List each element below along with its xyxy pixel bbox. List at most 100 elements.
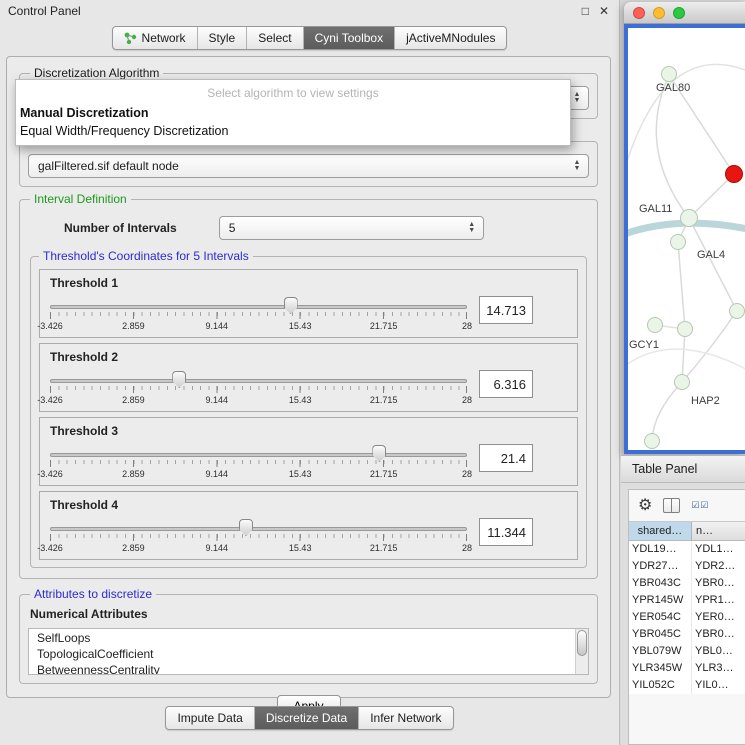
scale-tick-label: 9.144 xyxy=(206,469,229,479)
cell[interactable]: YBR043C xyxy=(629,575,692,592)
tab-select[interactable]: Select xyxy=(246,27,302,49)
cell[interactable]: YLR345W xyxy=(629,660,692,677)
network-window-titlebar[interactable] xyxy=(624,2,745,24)
cell[interactable]: YIL0… xyxy=(692,677,745,694)
cell[interactable]: YLR3… xyxy=(692,660,745,677)
scale-tick-label: 9.144 xyxy=(206,543,229,553)
table-row[interactable]: YBR045CYBR0… xyxy=(629,626,745,643)
tab-impute-data[interactable]: Impute Data xyxy=(166,707,253,729)
cell[interactable]: YPR145W xyxy=(629,592,692,609)
close-panel-icon[interactable]: ✕ xyxy=(599,4,609,18)
table-data-combobox[interactable]: galFiltered.sif default node ▲ ▼ xyxy=(28,154,589,178)
network-canvas[interactable]: GAL80GAL11GAL4GCY1HAP2 xyxy=(628,28,745,450)
cell[interactable]: YDL19… xyxy=(629,541,692,558)
tab-label: Network xyxy=(142,31,186,45)
dropdown-placeholder-option[interactable]: Select algorithm to view settings xyxy=(16,83,570,104)
table-row[interactable]: YIL052CYIL0… xyxy=(629,677,745,694)
table-row[interactable]: YDL19…YDL1… xyxy=(629,541,745,558)
close-window-button[interactable] xyxy=(633,7,645,19)
control-panel-title: Control Panel xyxy=(8,4,582,18)
network-node[interactable] xyxy=(729,303,745,319)
network-node[interactable] xyxy=(644,433,660,449)
network-node[interactable] xyxy=(661,66,677,82)
table-row[interactable]: YER054CYER0… xyxy=(629,609,745,626)
select-all-columns-icon[interactable]: ☑☑ xyxy=(691,501,709,510)
scale-tick-label: 28 xyxy=(462,469,472,479)
cell[interactable]: YBL079W xyxy=(629,643,692,660)
group-title: Attributes to discretize xyxy=(30,587,156,601)
slider-track[interactable] xyxy=(50,453,467,457)
threshold-4-slider[interactable]: -3.426 2.859 9.144 15.43 21.715 28 xyxy=(50,519,467,556)
slider-track[interactable] xyxy=(50,379,467,383)
tab-style[interactable]: Style xyxy=(197,27,247,49)
float-window-icon[interactable]: □ xyxy=(582,4,589,18)
slider-scale: -3.426 2.859 9.144 15.43 21.715 28 xyxy=(50,395,467,406)
show-columns-icon[interactable] xyxy=(663,498,680,513)
number-of-intervals-combobox[interactable]: 5 ▲ ▼ xyxy=(219,216,484,240)
table-row[interactable]: YLR345WYLR3… xyxy=(629,660,745,677)
dropdown-option-manual-discretization[interactable]: Manual Discretization xyxy=(16,104,570,122)
column-header-name[interactable]: n… xyxy=(692,522,745,540)
cell[interactable]: YBR0… xyxy=(692,575,745,592)
table-row[interactable]: YBR043CYBR0… xyxy=(629,575,745,592)
threshold-3-panel: Threshold 3 -3.426 2.859 9.144 xyxy=(39,417,578,486)
list-item[interactable]: BetweennessCentrality xyxy=(37,663,572,675)
scale-tick-label: -3.426 xyxy=(37,395,63,405)
cell[interactable]: YDR2… xyxy=(692,558,745,575)
threshold-2-value-field[interactable]: 6.316 xyxy=(479,370,533,398)
table-row[interactable]: YBL079WYBL0… xyxy=(629,643,745,660)
table-panel-body: ⚙ ☑☑ shared… n… YDL19…YDL1… YDR27…YDR2… … xyxy=(628,489,745,745)
scrollbar-thumb[interactable] xyxy=(577,630,587,656)
threshold-1-value-field[interactable]: 14.713 xyxy=(479,296,533,324)
cell[interactable]: YPR1… xyxy=(692,592,745,609)
threshold-3-value-field[interactable]: 21.4 xyxy=(479,444,533,472)
table-panel-title: Table Panel xyxy=(621,456,745,483)
list-vertical-scrollbar[interactable] xyxy=(575,629,588,674)
slider-track[interactable] xyxy=(50,305,467,309)
cell[interactable]: YBL0… xyxy=(692,643,745,660)
slider-major-ticks xyxy=(50,386,467,393)
threshold-label: Threshold 2 xyxy=(50,350,567,364)
numerical-attributes-list[interactable]: SelfLoops TopologicalCoefficient Between… xyxy=(28,628,589,675)
threshold-4-value-field[interactable]: 11.344 xyxy=(479,518,533,546)
cell[interactable]: YBR0… xyxy=(692,626,745,643)
cell[interactable]: YDL1… xyxy=(692,541,745,558)
number-of-intervals-label: Number of Intervals xyxy=(64,221,177,235)
cell[interactable]: YDR27… xyxy=(629,558,692,575)
zoom-window-button[interactable] xyxy=(673,7,685,19)
list-item[interactable]: SelfLoops xyxy=(37,631,572,647)
table-row[interactable]: YDR27…YDR2… xyxy=(629,558,745,575)
tab-network[interactable]: Network xyxy=(113,27,197,49)
network-node[interactable] xyxy=(680,209,698,227)
list-item[interactable]: TopologicalCoefficient xyxy=(37,647,572,663)
table-settings-gear-icon[interactable]: ⚙ xyxy=(638,498,652,514)
network-node[interactable] xyxy=(647,317,663,333)
cell[interactable]: YER0… xyxy=(692,609,745,626)
control-panel-tabbar: Network Style Select Cyni Toolbox jActiv… xyxy=(0,26,619,50)
cell[interactable]: YER054C xyxy=(629,609,692,626)
network-node[interactable] xyxy=(670,234,686,250)
node-table: shared… n… YDL19…YDL1… YDR27…YDR2… YBR04… xyxy=(629,521,745,694)
scale-tick-label: 21.715 xyxy=(370,321,398,331)
scale-tick-label: -3.426 xyxy=(37,321,63,331)
slider-track[interactable] xyxy=(50,527,467,531)
tab-discretize-data[interactable]: Discretize Data xyxy=(254,707,358,729)
table-row[interactable]: YPR145WYPR1… xyxy=(629,592,745,609)
threshold-3-slider[interactable]: -3.426 2.859 9.144 15.43 21.715 28 xyxy=(50,445,467,482)
tab-jactivemnodules[interactable]: jActiveMNodules xyxy=(394,27,506,49)
threshold-1-slider[interactable]: -3.426 2.859 9.144 15.43 21.715 28 xyxy=(50,297,467,334)
scale-tick-label: 2.859 xyxy=(122,543,145,553)
cell[interactable]: YIL052C xyxy=(629,677,692,694)
threshold-2-slider[interactable]: -3.426 2.859 9.144 15.43 21.715 28 xyxy=(50,371,467,408)
scale-tick-label: -3.426 xyxy=(37,543,63,553)
tab-cyni-toolbox[interactable]: Cyni Toolbox xyxy=(303,27,394,49)
network-node[interactable] xyxy=(674,374,690,390)
network-node-selected[interactable] xyxy=(725,165,743,183)
cell[interactable]: YBR045C xyxy=(629,626,692,643)
network-node[interactable] xyxy=(677,321,693,337)
minimize-window-button[interactable] xyxy=(653,7,665,19)
tab-infer-network[interactable]: Infer Network xyxy=(358,707,452,729)
dropdown-option-equal-width-frequency[interactable]: Equal Width/Frequency Discretization xyxy=(16,122,570,140)
column-header-shared-name[interactable]: shared… xyxy=(629,522,692,540)
threshold-label: Threshold 3 xyxy=(50,424,567,438)
